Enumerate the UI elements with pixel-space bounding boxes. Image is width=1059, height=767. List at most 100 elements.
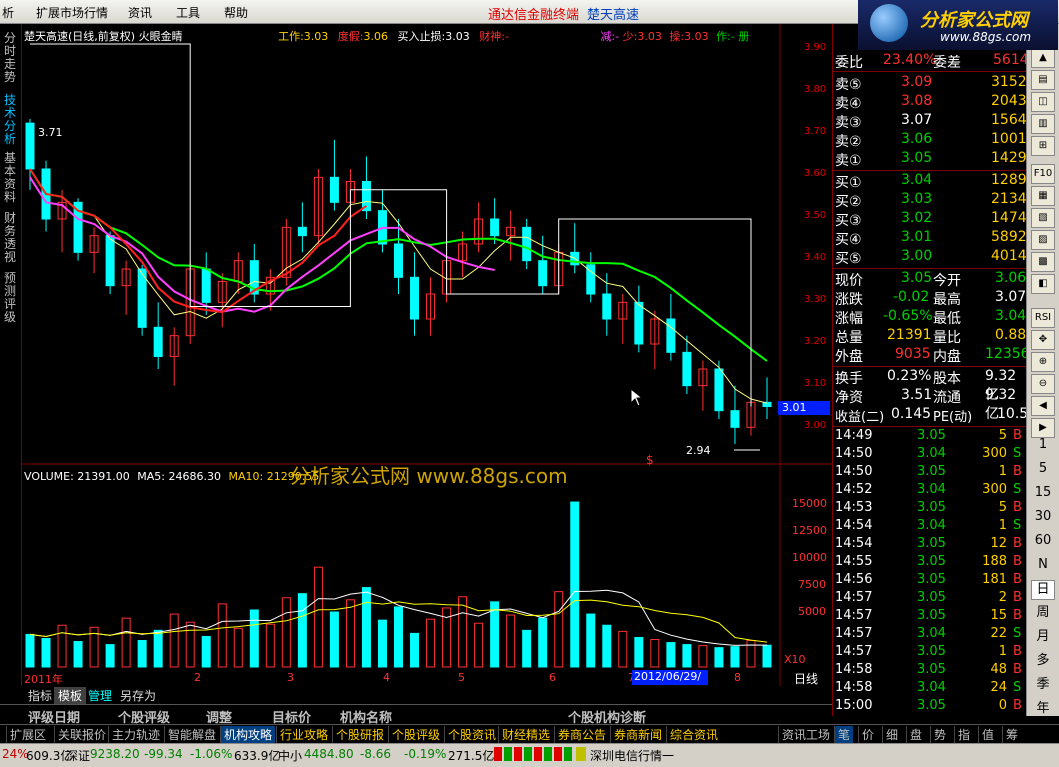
tick-volume: 0 (998, 698, 1007, 713)
stat-row: 现价 3.05 今开 3.06 (835, 270, 1026, 289)
tab-basic-info[interactable]: 基本资料 (3, 152, 17, 204)
tick-direction: B (1013, 608, 1022, 623)
bid-volume: 1474 (991, 210, 1027, 226)
tick-row: 14:52 3.04 300 S (835, 482, 1025, 500)
tick-direction: B (1013, 590, 1022, 605)
menu-analysis[interactable]: 析 (2, 4, 14, 21)
toolbar-button[interactable]: ⊞ (1031, 136, 1055, 156)
info-tab[interactable]: 细 (882, 726, 901, 743)
info-tab[interactable]: 关联报价 (54, 726, 109, 743)
tick-price: 3.04 (917, 482, 946, 497)
period-n[interactable]: N (1031, 556, 1055, 576)
toolbar-button[interactable]: ▧ (1031, 208, 1055, 228)
period-30min[interactable]: 30 (1031, 508, 1055, 528)
f10-button[interactable]: F10 (1031, 164, 1055, 184)
bid-row-4[interactable]: 买④ 3.01 5892 (835, 229, 1027, 248)
tick-row: 14:50 3.04 300 S (835, 446, 1025, 464)
tick-row: 14:57 3.05 15 B (835, 608, 1025, 626)
toolbar-button[interactable]: ▤ (1031, 70, 1055, 90)
move-icon[interactable]: ✥ (1031, 330, 1055, 350)
connection-icon (576, 747, 586, 761)
tick-volume: 1 (998, 644, 1007, 659)
toolbar-button[interactable]: ◫ (1031, 92, 1055, 112)
tab-template[interactable]: 模板 (54, 687, 87, 704)
ask-row-4[interactable]: 卖④ 3.08 2043 (835, 93, 1027, 112)
tab-financial[interactable]: 财务透视 (3, 212, 17, 264)
info-tab[interactable]: 个股资讯 (444, 726, 499, 743)
period-month[interactable]: 月 (1031, 628, 1055, 648)
stat-value: -0.02 (893, 289, 930, 305)
info-tab[interactable]: 盘 (906, 726, 925, 743)
info-tab[interactable]: 个股研报 (332, 726, 387, 743)
toolbar-button[interactable]: ▲ (1031, 48, 1055, 68)
info-tab[interactable]: 笔 (834, 726, 854, 743)
info-tab[interactable]: 势 (930, 726, 949, 743)
tab-forecast[interactable]: 预测评级 (3, 272, 17, 324)
tab-save-as[interactable]: 另存为 (116, 687, 160, 704)
stat-label: 最高 (933, 292, 961, 308)
tick-price: 3.05 (917, 554, 946, 569)
period-week[interactable]: 周 (1031, 604, 1055, 624)
info-tab[interactable]: 资讯工场 (778, 726, 833, 743)
period-label[interactable]: 日线 (794, 670, 818, 687)
toolbar-button[interactable]: ▥ (1031, 114, 1055, 134)
menu-help[interactable]: 帮助 (224, 4, 248, 21)
tab-technical[interactable]: 技术分析 (3, 94, 17, 146)
candle-body (634, 301, 644, 345)
arrow-right-icon[interactable]: ▶ (1031, 418, 1055, 438)
toolbar-button[interactable]: ▩ (1031, 252, 1055, 272)
info-tab[interactable]: 券商公告 (554, 726, 609, 743)
info-tab[interactable]: 券商新闻 (610, 726, 665, 743)
right-toolbar: ▲ ▤ ◫ ▥ ⊞ F10 ▦ ▧ ▨ ▩ ◧ RSI ✥ ⊕ ⊖ ◀ ▶ 1 … (1026, 24, 1059, 716)
period-60min[interactable]: 60 (1031, 532, 1055, 552)
toolbar-button[interactable]: ◧ (1031, 274, 1055, 294)
toolbar-button[interactable]: ▦ (1031, 186, 1055, 206)
ask-row-1[interactable]: 卖① 3.05 1429 (835, 150, 1027, 169)
bid-row-1[interactable]: 买① 3.04 1289 (835, 172, 1027, 191)
tab-indicator[interactable]: 指标 (24, 687, 56, 704)
menu-news[interactable]: 资讯 (128, 4, 152, 21)
ask-row-2[interactable]: 卖② 3.06 1001 (835, 131, 1027, 150)
volume-bar (522, 629, 532, 668)
period-5min[interactable]: 5 (1031, 460, 1055, 480)
zoom-in-icon[interactable]: ⊕ (1031, 352, 1055, 372)
info-tab[interactable]: 智能解盘 (164, 726, 219, 743)
ask-label: 卖③ (835, 115, 862, 131)
info-tab[interactable]: 综合资讯 (666, 726, 721, 743)
globe-icon (870, 4, 908, 42)
arrow-left-icon[interactable]: ◀ (1031, 396, 1055, 416)
kline-header: 楚天高速(日线,前复权) 火眼金睛 工作:3.03 度假:3.06 买入止损:3… (24, 28, 749, 44)
period-year[interactable]: 年 (1031, 700, 1055, 720)
info-tab[interactable]: 值 (978, 726, 997, 743)
info-tab[interactable]: 指 (954, 726, 973, 743)
rsi-button[interactable]: RSI (1031, 308, 1055, 328)
info-tab[interactable]: 主力轨迹 (108, 726, 163, 743)
period-day[interactable]: 日 (1031, 580, 1055, 600)
tab-manage[interactable]: 管理 (84, 687, 116, 704)
bid-row-5[interactable]: 买⑤ 3.00 4014 (835, 248, 1027, 267)
toolbar-button[interactable]: ▨ (1031, 230, 1055, 250)
period-multi[interactable]: 多 (1031, 652, 1055, 672)
period-1min[interactable]: 1 (1031, 436, 1055, 456)
ask-row-5[interactable]: 卖⑤ 3.09 3152 (835, 74, 1027, 93)
kline-chart[interactable] (22, 24, 832, 686)
period-season[interactable]: 季 (1031, 676, 1055, 696)
period-15min[interactable]: 15 (1031, 484, 1055, 504)
info-tab[interactable]: 价 (858, 726, 877, 743)
bid-row-2[interactable]: 买② 3.03 2134 (835, 191, 1027, 210)
menu-extended-market[interactable]: 扩展市场行情 (36, 4, 108, 21)
status-indicator-icon (494, 747, 502, 761)
ask-row-3[interactable]: 卖③ 3.07 1564 (835, 112, 1027, 131)
info-tab[interactable]: 机构攻略 (220, 726, 276, 743)
info-tab[interactable]: 个股评级 (388, 726, 443, 743)
menu-tools[interactable]: 工具 (176, 4, 200, 21)
tick-price: 3.05 (917, 428, 946, 443)
info-tab[interactable]: 筹 (1002, 726, 1021, 743)
tab-intraday[interactable]: 分时走势 (3, 32, 17, 84)
kline-chart-panel[interactable] (22, 24, 832, 686)
info-tab[interactable]: 财经精选 (498, 726, 553, 743)
info-tab[interactable]: 扩展区 (6, 726, 49, 743)
info-tab[interactable]: 行业攻略 (276, 726, 331, 743)
bid-row-3[interactable]: 买③ 3.02 1474 (835, 210, 1027, 229)
zoom-out-icon[interactable]: ⊖ (1031, 374, 1055, 394)
